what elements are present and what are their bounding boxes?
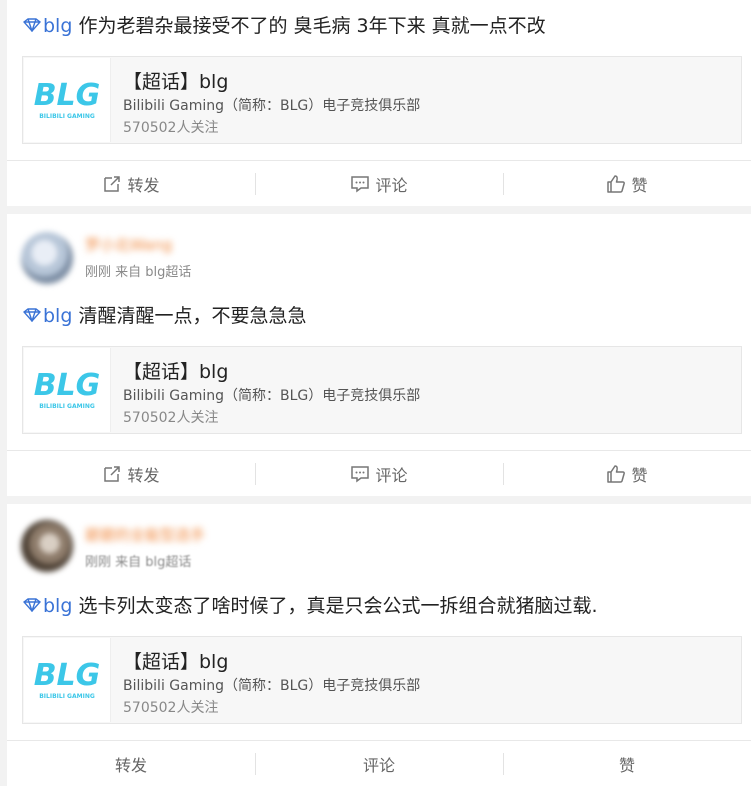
post-text: blg 清醒清醒一点，不要急急急 xyxy=(7,302,751,330)
card-follow-count: 570502人关注 xyxy=(123,700,219,716)
post-card: 罗小北Wang 刚刚 来自 blg超话 blg 清醒清醒一点，不要急急急 BLG… xyxy=(7,214,751,496)
super-topic-card[interactable]: BLG BILIBILI GAMING 【超话】blg Bilibili Gam… xyxy=(22,636,742,724)
card-description: Bilibili Gaming（简称：BLG）电子竞技俱乐部 xyxy=(123,388,421,404)
card-title[interactable]: 【超话】blg xyxy=(123,67,228,94)
card-description: Bilibili Gaming（简称：BLG）电子竞技俱乐部 xyxy=(123,678,421,694)
avatar[interactable] xyxy=(21,232,73,284)
repost-label: 转发 xyxy=(127,465,160,485)
weibo-feed: blg 作为老碧杂最接受不了的 臭毛病 3年下来 真就一点不改 BLG BILI… xyxy=(7,0,751,786)
svg-text:BILIBILI GAMING: BILIBILI GAMING xyxy=(39,693,95,700)
comment-label: 评论 xyxy=(362,755,395,775)
post-text: blg 作为老碧杂最接受不了的 臭毛病 3年下来 真就一点不改 xyxy=(7,12,751,40)
svg-text:BILIBILI GAMING: BILIBILI GAMING xyxy=(39,403,95,410)
blg-logo: BLG BILIBILI GAMING xyxy=(24,638,111,722)
comment-label: 评论 xyxy=(375,175,408,195)
post-card: 碧碧的全能型选手 刚刚 来自 blg超话 blg 选卡列太变态了啥时候了，真是只… xyxy=(7,504,751,786)
post-header: 罗小北Wang 刚刚 来自 blg超话 xyxy=(7,214,751,302)
repost-label: 转发 xyxy=(127,175,160,195)
svg-text:BILIBILI GAMING: BILIBILI GAMING xyxy=(39,113,95,120)
svg-text:BLG: BLG xyxy=(34,658,101,693)
like-label: 赞 xyxy=(618,755,635,775)
post-meta: 刚刚 来自 blg超话 xyxy=(85,265,192,280)
comment-icon xyxy=(351,465,370,482)
card-follow-count: 570502人关注 xyxy=(123,410,219,426)
like-button[interactable]: 赞 xyxy=(503,451,751,496)
card-title[interactable]: 【超话】blg xyxy=(123,647,228,674)
repost-label: 转发 xyxy=(114,755,147,775)
super-topic-tag[interactable]: blg xyxy=(43,305,72,327)
card-description: Bilibili Gaming（简称：BLG）电子竞技俱乐部 xyxy=(123,98,421,114)
avatar[interactable] xyxy=(21,520,73,572)
post-text: blg 选卡列太变态了啥时候了，真是只会公式一拆组合就猪脑过载. xyxy=(7,592,751,620)
repost-icon xyxy=(104,465,121,482)
comment-icon xyxy=(351,175,370,192)
super-topic-card[interactable]: BLG BILIBILI GAMING 【超话】blg Bilibili Gam… xyxy=(22,56,742,144)
card-title[interactable]: 【超话】blg xyxy=(123,357,228,384)
super-topic-diamond-icon xyxy=(23,18,41,32)
super-topic-diamond-icon xyxy=(23,598,41,612)
thumbs-up-icon xyxy=(607,174,626,193)
like-label: 赞 xyxy=(631,465,648,485)
comment-label: 评论 xyxy=(375,465,408,485)
post-header: 碧碧的全能型选手 刚刚 来自 blg超话 xyxy=(7,504,751,592)
post-actions: 转发 评论 赞 xyxy=(7,450,751,496)
blg-logo: BLG BILIBILI GAMING xyxy=(24,348,111,432)
svg-text:BLG: BLG xyxy=(34,368,101,403)
like-label: 赞 xyxy=(631,175,648,195)
post-meta: 刚刚 来自 blg超话 xyxy=(85,555,192,570)
super-topic-diamond-icon xyxy=(23,308,41,322)
repost-button[interactable]: 转发 xyxy=(7,161,255,206)
repost-icon xyxy=(104,175,121,192)
blg-logo: BLG BILIBILI GAMING xyxy=(24,58,111,142)
post-actions: 转发 评论 赞 xyxy=(7,740,751,786)
super-topic-tag[interactable]: blg xyxy=(43,595,72,617)
card-follow-count: 570502人关注 xyxy=(123,120,219,136)
svg-text:BLG: BLG xyxy=(34,78,101,113)
like-button[interactable]: 赞 xyxy=(503,161,751,206)
username[interactable]: 罗小北Wang xyxy=(85,236,172,254)
comment-button[interactable]: 评论 xyxy=(255,451,503,496)
thumbs-up-icon xyxy=(607,464,626,483)
username[interactable]: 碧碧的全能型选手 xyxy=(85,526,205,544)
post-actions: 转发 评论 赞 xyxy=(7,160,751,206)
super-topic-tag[interactable]: blg xyxy=(43,15,72,37)
post-card: blg 作为老碧杂最接受不了的 臭毛病 3年下来 真就一点不改 BLG BILI… xyxy=(7,0,751,206)
super-topic-card[interactable]: BLG BILIBILI GAMING 【超话】blg Bilibili Gam… xyxy=(22,346,742,434)
repost-button[interactable]: 转发 xyxy=(7,451,255,496)
comment-button[interactable]: 评论 xyxy=(255,161,503,206)
